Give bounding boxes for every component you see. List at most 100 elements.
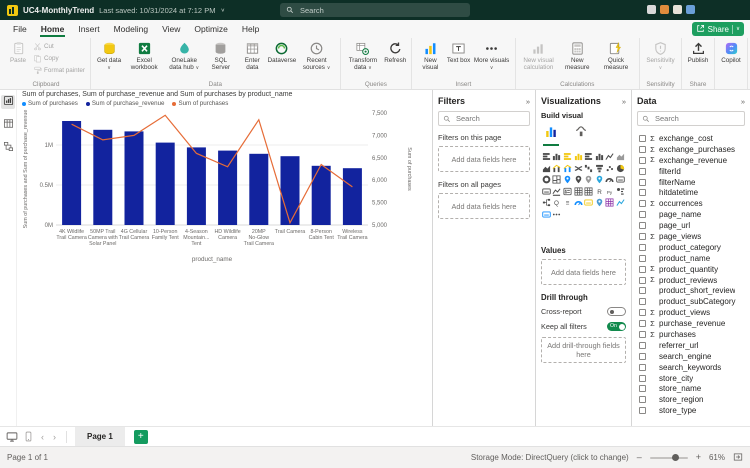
menu-tab-file[interactable]: File xyxy=(6,22,34,37)
zoom-out-button[interactable]: – xyxy=(637,453,642,462)
field-checkbox[interactable] xyxy=(639,167,646,175)
filled-map-icon[interactable] xyxy=(573,174,584,186)
ribbon-get-data-button[interactable]: Get data ∨ xyxy=(94,40,124,73)
field-checkbox[interactable] xyxy=(639,145,646,153)
field-checkbox[interactable] xyxy=(639,298,646,306)
combo-chart[interactable]: 0M0.5M1M5,0005,5006,0006,5007,0007,5004K… xyxy=(20,107,424,265)
area-chart-icon[interactable] xyxy=(615,151,626,163)
q-and-a-icon[interactable]: Q xyxy=(552,197,563,209)
menu-tab-insert[interactable]: Insert xyxy=(71,22,106,37)
field-exchange_purchases[interactable]: Σexchange_purchases xyxy=(637,144,745,155)
zoom-slider[interactable] xyxy=(649,454,688,461)
field-product_quantity[interactable]: Σproduct_quantity xyxy=(637,264,745,275)
new-card-icon[interactable] xyxy=(541,209,552,221)
field-product_reviews[interactable]: Σproduct_reviews xyxy=(637,275,745,286)
gauge-icon[interactable] xyxy=(605,174,616,186)
field-filterId[interactable]: filterId xyxy=(637,166,745,177)
badge-icon[interactable] xyxy=(647,5,656,14)
field-checkbox[interactable] xyxy=(639,330,646,338)
line-and-stacked-column-chart-icon[interactable] xyxy=(552,163,563,175)
menu-tab-home[interactable]: Home xyxy=(34,22,72,37)
menu-tab-view[interactable]: View xyxy=(155,22,187,37)
field-store_city[interactable]: store_city xyxy=(637,373,745,384)
field-product_short_review[interactable]: product_short_review xyxy=(637,285,745,296)
prev-page-icon[interactable]: ‹ xyxy=(39,432,46,442)
collapse-pane-icon[interactable]: » xyxy=(622,97,626,106)
collapse-pane-icon[interactable]: » xyxy=(741,97,745,106)
metrics-icon[interactable] xyxy=(573,197,584,209)
filters-search-input[interactable] xyxy=(454,113,525,124)
ribbon-publish-button[interactable]: Publish xyxy=(685,40,711,65)
kpi-icon[interactable] xyxy=(552,186,563,198)
pie-chart-icon[interactable] xyxy=(615,163,626,175)
search-input[interactable] xyxy=(298,4,448,16)
ribbon-dataverse-button[interactable]: Dataverse xyxy=(267,40,296,65)
field-checkbox[interactable] xyxy=(639,341,646,349)
next-page-icon[interactable]: › xyxy=(51,432,58,442)
matrix-icon[interactable] xyxy=(583,186,594,198)
filters-all-pages-well[interactable]: Add data fields here xyxy=(438,193,530,219)
ribbon-excel-workbook-button[interactable]: Excel workbook xyxy=(124,40,164,72)
card-icon[interactable] xyxy=(615,174,626,186)
legend-item[interactable]: Sum of purchases xyxy=(22,100,78,107)
ribbon-chart-icon[interactable] xyxy=(573,163,584,175)
desktop-view-icon[interactable] xyxy=(6,431,18,443)
100-stacked-column-chart-icon[interactable] xyxy=(594,151,605,163)
share-button[interactable]: Share ∨ xyxy=(691,22,744,36)
field-checkbox[interactable] xyxy=(639,320,646,328)
global-search[interactable] xyxy=(280,3,470,17)
field-checkbox[interactable] xyxy=(639,265,646,273)
chevron-down-icon[interactable]: ∨ xyxy=(220,7,224,13)
data-search[interactable] xyxy=(637,111,745,126)
stacked-area-chart-icon[interactable] xyxy=(541,163,552,175)
scatter-chart-icon[interactable] xyxy=(605,163,616,175)
field-checkbox[interactable] xyxy=(639,396,646,404)
field-page_url[interactable]: page_url xyxy=(637,220,745,231)
field-occurrences[interactable]: Σoccurrences xyxy=(637,198,745,209)
field-checkbox[interactable] xyxy=(639,374,646,382)
clustered-column-chart-icon[interactable] xyxy=(573,151,584,163)
field-checkbox[interactable] xyxy=(639,211,646,219)
table-view-button[interactable] xyxy=(1,118,15,132)
field-checkbox[interactable] xyxy=(639,134,646,142)
decomposition-tree-icon[interactable] xyxy=(541,197,552,209)
ribbon-sql-server-button[interactable]: SQL Server xyxy=(204,40,237,72)
report-view-button[interactable] xyxy=(1,95,15,109)
ribbon-copy-button[interactable]: Copy xyxy=(31,54,87,63)
add-page-button[interactable]: + xyxy=(133,429,148,444)
field-product_name[interactable]: product_name xyxy=(637,253,745,264)
field-store_name[interactable]: store_name xyxy=(637,383,745,394)
ribbon-paste-button[interactable]: Paste xyxy=(5,40,31,65)
arcgis-map-icon[interactable] xyxy=(594,197,605,209)
clustered-bar-chart-icon[interactable] xyxy=(562,151,573,163)
map-icon[interactable] xyxy=(562,174,573,186)
field-product_subCategory[interactable]: product_subCategory xyxy=(637,296,745,307)
field-filterName[interactable]: filterName xyxy=(637,177,745,188)
table-icon[interactable] xyxy=(573,186,584,198)
field-checkbox[interactable] xyxy=(639,407,646,415)
zoom-in-button[interactable]: + xyxy=(696,453,701,462)
field-checkbox[interactable] xyxy=(639,222,646,230)
power-apps-icon[interactable] xyxy=(605,197,616,209)
ribbon-enter-data-button[interactable]: Enter data xyxy=(237,40,267,72)
azure-map-icon[interactable] xyxy=(594,174,605,186)
ribbon-more-visuals-button[interactable]: More visuals ∨ xyxy=(472,40,512,73)
field-page_views[interactable]: Σpage_views xyxy=(637,231,745,242)
field-checkbox[interactable] xyxy=(639,309,646,317)
badge-icon[interactable] xyxy=(673,5,682,14)
ribbon-refresh-button[interactable]: Refresh xyxy=(382,40,408,65)
field-checkbox[interactable] xyxy=(639,363,646,371)
legend-item[interactable]: Sum of purchase_revenue xyxy=(85,100,164,107)
ribbon-format-painter-button[interactable]: Format painter xyxy=(31,66,87,75)
field-checkbox[interactable] xyxy=(639,189,646,197)
badge-icon[interactable] xyxy=(686,5,695,14)
line-chart-icon[interactable] xyxy=(605,151,616,163)
ribbon-text-box-button[interactable]: Text box xyxy=(446,40,472,65)
stacked-column-chart-icon[interactable] xyxy=(552,151,563,163)
filters-page-well[interactable]: Add data fields here xyxy=(438,146,530,172)
line-and-clustered-column-chart-icon[interactable] xyxy=(562,163,573,175)
field-checkbox[interactable] xyxy=(639,243,646,251)
field-referrer_url[interactable]: referrer_url xyxy=(637,340,745,351)
ribbon-new-visual-calculation-button[interactable]: New visual calculation xyxy=(519,40,559,72)
field-search_keywords[interactable]: search_keywords xyxy=(637,362,745,373)
